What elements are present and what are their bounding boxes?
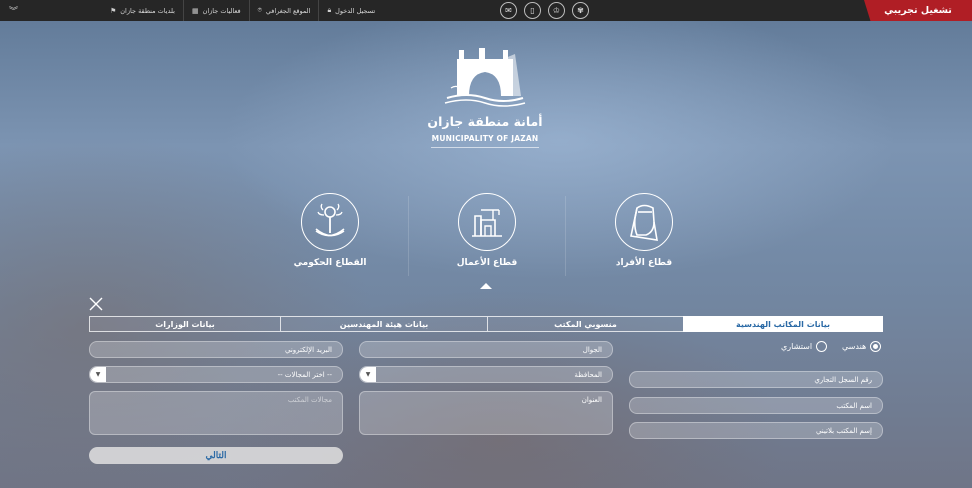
chevron-down-icon[interactable]: ︾ [9, 4, 18, 17]
social-icons: ✉ ▯ ♔ ✾ [500, 2, 589, 19]
government-emblem-icon [315, 203, 345, 237]
tab-engineering-offices[interactable]: بيانات المكاتب الهندسية [683, 316, 883, 332]
top-link-events[interactable]: ▦ فعاليات جازان [182, 0, 249, 21]
office-name-input[interactable] [629, 397, 883, 414]
trial-badge: تشغيل تجريبي [864, 0, 972, 21]
close-icon[interactable] [89, 297, 103, 311]
building-icon [472, 209, 502, 237]
logo-divider [431, 147, 539, 148]
person-icon [630, 204, 658, 241]
next-button[interactable]: التالي [89, 447, 343, 464]
form-tabs: بيانات المكاتب الهندسية منسوبي المكتب بي… [89, 316, 883, 332]
radio-dot[interactable] [870, 341, 882, 352]
tab-engineers-authority[interactable]: بيانات هيئة المهندسين [280, 316, 487, 332]
tab-ministries[interactable]: بيانات الوزارات [89, 316, 280, 332]
castle-logo-icon [444, 48, 526, 107]
logo-arabic-name: أمانة منطقة جازان [427, 114, 543, 129]
map-pin-icon: ⌾ [257, 6, 262, 14]
chevron-down-icon[interactable]: ▼ [90, 367, 106, 382]
top-link-location[interactable]: ⌾ الموقع الجغرافي [248, 0, 319, 21]
active-sector-pointer [480, 283, 492, 289]
emblem-icon[interactable]: ✾ [572, 2, 589, 19]
top-link-municipalities[interactable]: ⚑ بلديات منطقة جازان [110, 0, 183, 21]
lock-icon: 🔒︎ [327, 6, 332, 14]
governorate-select[interactable]: المحافظة ▼ [359, 366, 613, 383]
flag-icon: ⚑ [110, 6, 117, 15]
email-input[interactable] [89, 341, 343, 358]
fields-select[interactable]: -- اختر المجالات -- ▼ [89, 366, 343, 383]
tab-office-staff[interactable]: منسوبي المكتب [487, 316, 683, 332]
top-links: ⚑ بلديات منطقة جازان ▦ فعاليات جازان ⌾ ا… [110, 0, 383, 21]
mail-icon[interactable]: ✉ [500, 2, 517, 19]
logo-english-name: MUNICIPALITY OF JAZAN [431, 134, 539, 143]
sector-divider [408, 196, 409, 276]
calendar-icon: ▦ [191, 6, 199, 15]
radio-dot[interactable] [816, 341, 828, 352]
office-fields-textarea[interactable]: مجالات المكتب [89, 391, 343, 435]
municipality-logo: أمانة منطقة جازان MUNICIPALITY OF JAZAN [420, 44, 550, 148]
sector-divider [565, 196, 566, 276]
mobile-icon[interactable]: ▯ [524, 2, 541, 19]
radio-engineering[interactable]: هندسي [842, 341, 882, 352]
sector-government[interactable]: القطاع الحكومي [265, 193, 395, 268]
office-name-latin-input[interactable] [629, 422, 883, 439]
address-textarea[interactable]: العنوان [359, 391, 613, 435]
sector-individuals[interactable]: قطاع الأفراد [579, 193, 709, 268]
award-icon[interactable]: ♔ [548, 2, 565, 19]
top-link-login[interactable]: 🔒︎ تسجيل الدخول [318, 0, 383, 21]
sector-business[interactable]: قطاع الأعمال [422, 193, 552, 268]
top-bar: تشغيل تجريبي ✉ ▯ ♔ ✾ ⚑ بلديات منطقة جازا… [0, 0, 972, 21]
commercial-register-input[interactable] [629, 371, 883, 388]
chevron-down-icon[interactable]: ▼ [360, 367, 376, 382]
radio-consulting[interactable]: استشاري [781, 341, 828, 352]
mobile-input[interactable] [359, 341, 613, 358]
